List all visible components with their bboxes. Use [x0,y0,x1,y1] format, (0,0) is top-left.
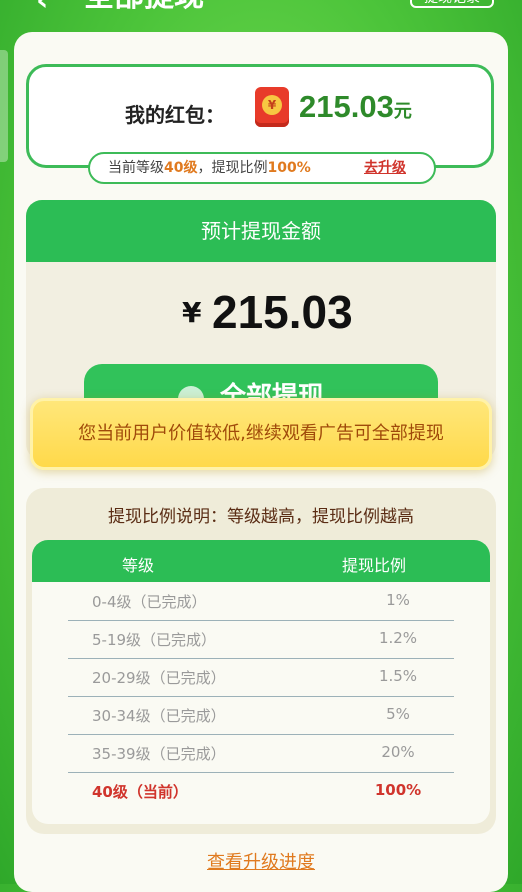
row-level: 20-29级（已完成） [92,669,226,687]
page-title: 全部提现 [84,0,204,14]
row-level: 0-4级（已完成） [92,593,207,611]
row-ratio: 1.2% [378,629,418,647]
table-row: 30-34级（已完成） 5% [68,696,454,735]
withdraw-record-button[interactable]: 提现记录 [410,0,494,8]
table-row: 20-29级（已完成） 1.5% [68,658,454,697]
withdraw-estimate-title: 预计提现金额 [26,200,496,262]
row-level: 35-39级（已完成） [92,745,226,763]
table-row: 35-39级（已完成） 20% [68,734,454,773]
row-level: 30-34级（已完成） [92,707,226,725]
back-arrow-icon[interactable]: ‹ [36,0,48,14]
red-envelope-icon: ¥ [255,87,289,127]
yuan-coin-icon: ¥ [262,95,282,115]
main-card: 我的红包： ¥ 215.03元 当前等级40级，提现比例100% 去升级 预计提… [14,32,508,892]
row-ratio: 1% [386,591,410,609]
row-ratio: 100% [374,781,422,799]
table-row: 0-4级（已完成） 1% [68,582,454,621]
ratio-explanation-section: 提现比例说明：等级越高，提现比例越高 等级 提现比例 0-4级（已完成） 1% … [26,488,496,834]
ratio-explanation-title: 提现比例说明：等级越高，提现比例越高 [108,507,414,527]
redpacket-unit: 元 [393,101,412,121]
table-row-current: 40级（当前） 100% [68,772,454,810]
view-upgrade-progress-link[interactable]: 查看升级进度 [0,848,522,874]
level-info-pill: 当前等级40级，提现比例100% 去升级 [88,152,436,184]
row-level: 5-19级（已完成） [92,631,217,649]
column-header-level: 等级 [122,556,155,575]
ratio-table-header: 等级 提现比例 [32,540,490,582]
upgrade-link[interactable]: 去升级 [364,154,406,182]
level-info-text: 当前等级40级，提现比例100% [108,160,311,176]
currency-symbol: ¥ [182,296,202,329]
current-ratio: 100% [267,160,311,176]
ratio-table: 等级 提现比例 0-4级（已完成） 1% 5-19级（已完成） 1.2% 20-… [32,540,490,824]
row-level: 40级（当前） [92,783,188,801]
row-ratio: 20% [381,743,415,761]
redpacket-label: 我的红包： [125,103,225,127]
withdraw-amount: 215.03 [212,286,353,338]
current-level: 40级 [164,160,198,176]
ad-notice-banner[interactable]: 您当前用户价值较低,继续观看广告可全部提现 [30,398,492,470]
column-header-ratio: 提现比例 [342,556,407,575]
redpacket-amount: 215.03元 [299,89,412,124]
table-row: 5-19级（已完成） 1.2% [68,620,454,659]
row-ratio: 5% [386,705,410,723]
header-bar: ‹ 全部提现 提现记录 [0,0,522,14]
side-edge-decoration [0,50,8,162]
row-ratio: 1.5% [378,667,418,685]
